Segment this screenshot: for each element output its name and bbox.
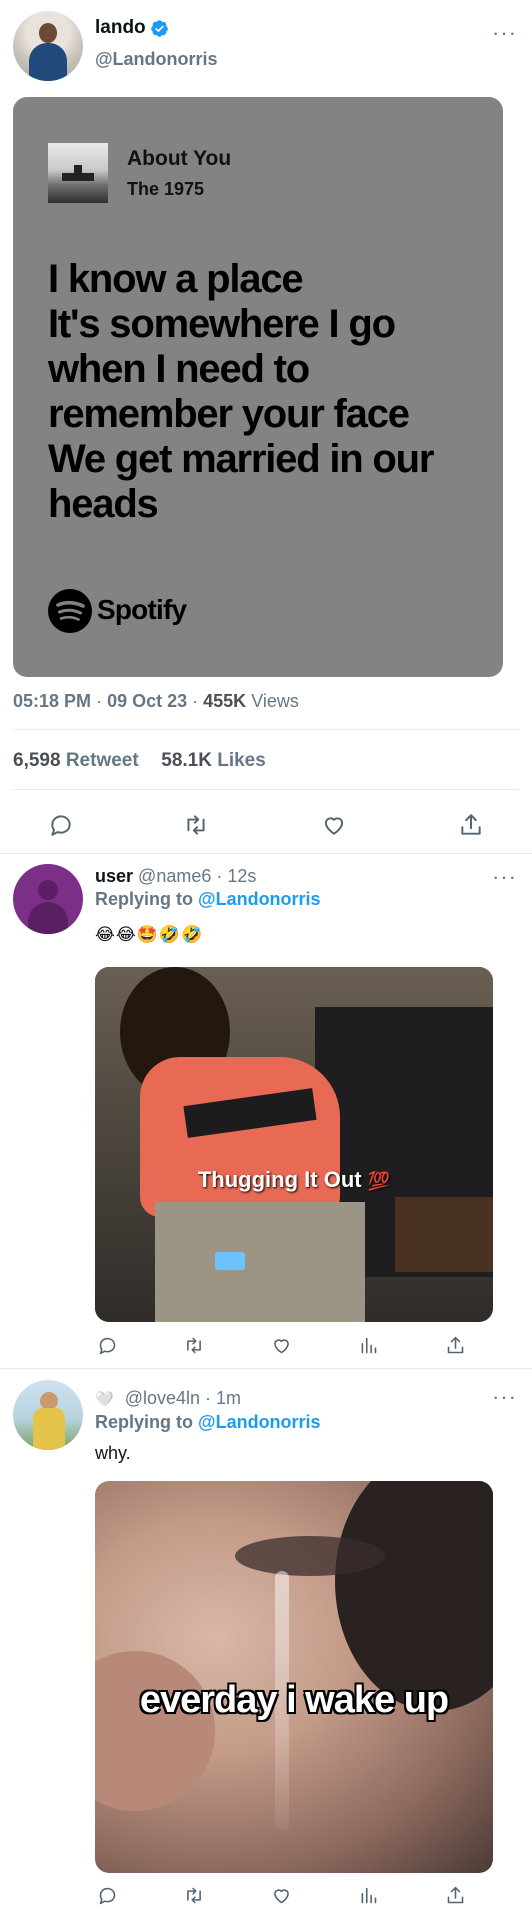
share-button[interactable]	[454, 808, 488, 842]
lyric-line: We get married in our	[48, 437, 434, 481]
share-icon	[447, 1336, 463, 1353]
tweet-date: 09 Oct 23	[107, 691, 188, 711]
reply-emojis: 😂😂🤩🤣🤣	[95, 925, 204, 944]
divider	[13, 789, 519, 790]
tweet-timestamp-line: 05:18 PM · 09 Oct 23 · 455K Views	[13, 691, 299, 711]
reply-image-caption: everday i wake up	[139, 1679, 449, 1721]
song-title: About You	[127, 147, 232, 170]
reply-image[interactable]: Thugging It Out 💯	[95, 967, 493, 1322]
heart-icon	[273, 1338, 289, 1353]
replying-to-label: Replying to	[95, 889, 193, 909]
reply-handle[interactable]: @name6	[138, 866, 211, 886]
divider	[0, 1368, 532, 1369]
retweet-button[interactable]	[181, 1882, 207, 1908]
reply-time: 1m	[216, 1388, 242, 1408]
reply-text: why.	[95, 1443, 131, 1463]
retweet-button[interactable]	[181, 1332, 207, 1358]
reply-button[interactable]	[94, 1882, 120, 1908]
like-button[interactable]	[317, 808, 351, 842]
reply-image-caption: Thugging It Out 💯	[197, 1167, 391, 1192]
replying-to: Replying to @Landonorris	[95, 1412, 321, 1433]
like-button[interactable]	[268, 1882, 294, 1908]
lyric-line: I know a place	[48, 257, 304, 301]
divider	[13, 729, 519, 730]
reply-header: 🤍 @love4ln · 1m	[95, 1388, 242, 1408]
heart-emoji: 🤍	[95, 1391, 114, 1408]
spotify-brand: Spotify	[97, 594, 187, 625]
retweet-icon	[187, 1337, 201, 1353]
tweet-time: 05:18 PM	[13, 691, 92, 711]
song-artist: The 1975	[127, 179, 205, 199]
divider	[0, 853, 532, 854]
replying-to-label: Replying to	[95, 1412, 193, 1432]
views-count: 455K	[203, 691, 247, 711]
spotify-logo-icon	[48, 589, 92, 633]
reply-icon	[99, 1337, 115, 1354]
likes-label: Likes	[217, 750, 266, 771]
album-art	[48, 143, 108, 203]
analytics-button[interactable]	[355, 1332, 381, 1358]
analytics-icon	[361, 1337, 376, 1353]
tweet-stats: 6,598 Retweet 58.1K Likes	[13, 750, 266, 772]
more-options-icon[interactable]: ···	[492, 22, 517, 44]
author-avatar[interactable]	[13, 11, 83, 81]
analytics-button[interactable]	[355, 1882, 381, 1908]
replying-to-handle[interactable]: @Landonorris	[198, 889, 321, 909]
reply-icon	[99, 1887, 115, 1904]
share-button[interactable]	[442, 1332, 468, 1358]
analytics-icon	[361, 1887, 376, 1903]
reply-button[interactable]	[44, 808, 78, 842]
reply-avatar[interactable]	[13, 864, 83, 934]
share-icon	[447, 1886, 463, 1903]
replying-to-handle[interactable]: @Landonorris	[198, 1412, 321, 1432]
share-icon	[461, 814, 481, 835]
spotify-lyrics-card[interactable]: About You The 1975 I know a place It's s…	[13, 97, 503, 677]
views-label: Views	[251, 691, 299, 711]
likes-stat[interactable]: 58.1K Likes	[161, 750, 266, 771]
retweets-label: Retweet	[65, 750, 139, 771]
retweet-button[interactable]	[179, 808, 213, 842]
retweet-icon	[187, 1887, 201, 1903]
more-options-icon[interactable]: ···	[492, 866, 517, 888]
retweets-stat[interactable]: 6,598 Retweet	[13, 750, 144, 771]
lyric-line: remember your face	[48, 392, 410, 436]
lyric-line: It's somewhere I go	[48, 302, 396, 346]
author-handle[interactable]: @Landonorris	[95, 49, 218, 70]
reply-handle[interactable]: @love4ln	[125, 1388, 200, 1408]
share-button[interactable]	[442, 1882, 468, 1908]
retweet-icon	[187, 815, 205, 835]
verified-badge-icon	[150, 19, 169, 38]
likes-count: 58.1K	[161, 750, 212, 771]
heart-icon	[324, 817, 344, 835]
heart-icon	[273, 1888, 289, 1903]
reply-button[interactable]	[94, 1332, 120, 1358]
reply-icon	[51, 815, 71, 836]
reply-header: user @name6 · 12s	[95, 866, 257, 886]
author-display-name[interactable]: lando	[95, 17, 146, 39]
retweets-count: 6,598	[13, 750, 61, 771]
lyric-line: heads	[48, 482, 159, 526]
reply-display-name[interactable]: user	[95, 866, 133, 886]
replying-to: Replying to @Landonorris	[95, 889, 321, 910]
reply-avatar[interactable]	[13, 1380, 83, 1450]
reply-image[interactable]: everday i wake up	[95, 1481, 493, 1873]
lyric-line: when I need to	[48, 347, 310, 391]
reply-time: 12s	[227, 866, 257, 886]
more-options-icon[interactable]: ···	[492, 1386, 517, 1408]
lyrics-block: I know a place It's somewhere I go when …	[48, 257, 488, 527]
like-button[interactable]	[268, 1332, 294, 1358]
